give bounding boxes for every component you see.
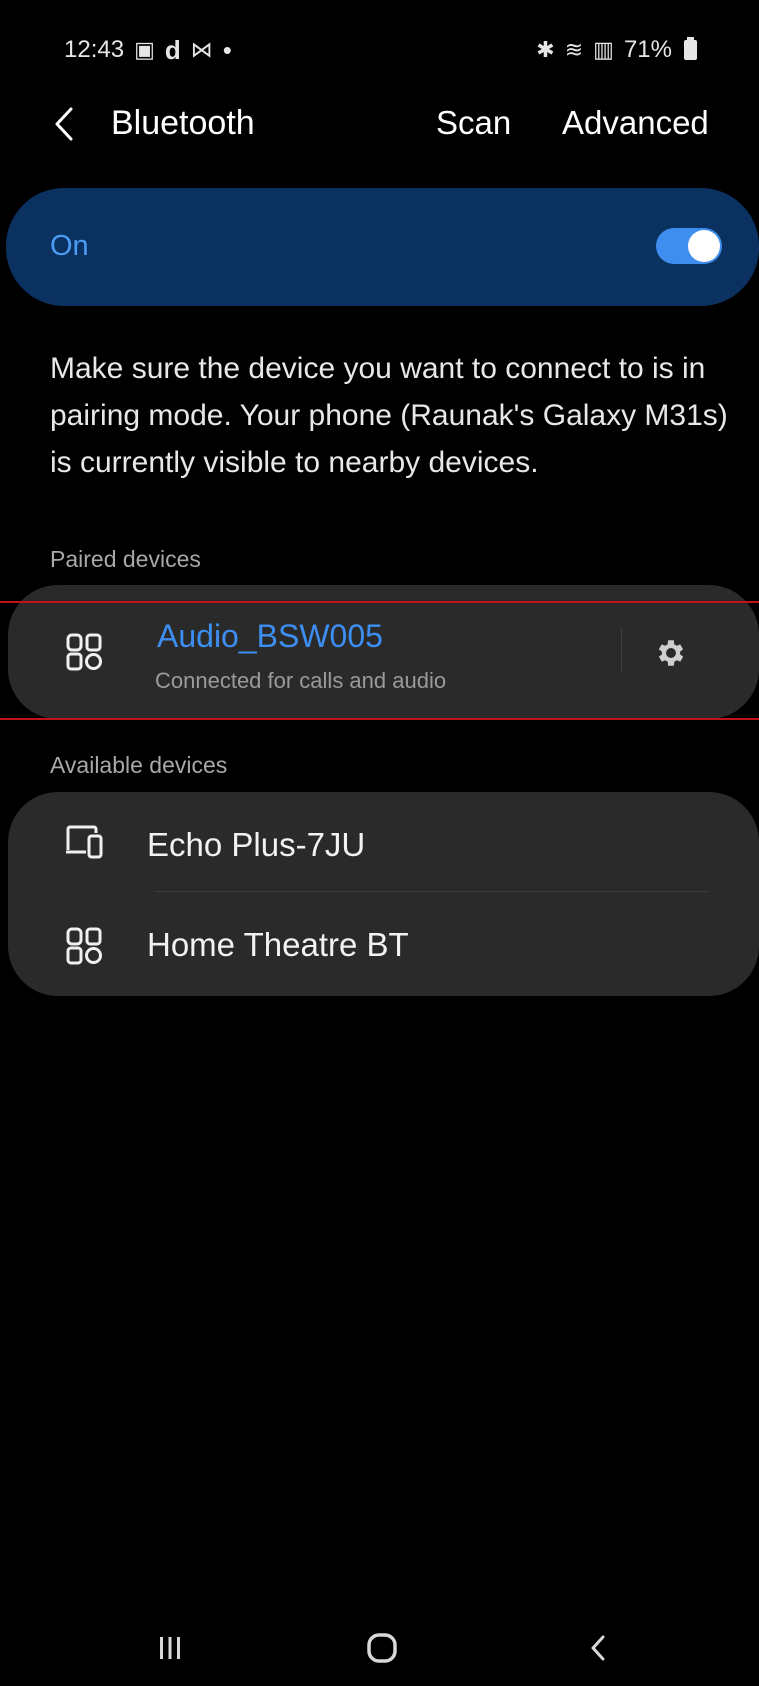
system-nav-bar: [0, 1610, 759, 1686]
toggle-label: On: [50, 230, 89, 262]
paired-device-status: Connected for calls and audio: [155, 668, 447, 693]
available-device-name: Echo Plus-7JU: [147, 826, 366, 863]
back-button[interactable]: [44, 96, 84, 152]
mail-notification-icon: ⋈: [190, 37, 213, 62]
highlight-line-bottom: [0, 718, 759, 720]
device-settings-button[interactable]: [650, 632, 692, 674]
status-left: 12:43 ▣ d ⋈ •: [64, 35, 232, 66]
available-device-row[interactable]: [8, 795, 759, 895]
available-device-name: Home Theatre BT: [147, 926, 409, 963]
app-header: Bluetooth Scan Advanced: [0, 86, 759, 162]
row-divider: [155, 891, 708, 892]
vertical-divider: [621, 628, 622, 672]
paired-devices-card: [8, 585, 759, 719]
page-title: Bluetooth: [111, 104, 255, 142]
nav-back-button[interactable]: [568, 1620, 628, 1676]
device-generic-icon: [64, 926, 104, 966]
d-app-notification-icon: d: [164, 34, 181, 65]
status-right: ✱ ≋ ▥ 71%: [536, 36, 697, 64]
paired-devices-header: Paired devices: [50, 546, 201, 572]
signal-icon: ▥: [593, 37, 614, 62]
paired-device-name[interactable]: Audio_BSW005: [157, 618, 383, 655]
home-icon: [367, 1633, 397, 1663]
bluetooth-toggle-card[interactable]: On: [6, 188, 759, 306]
pairing-description: Make sure the device you want to connect…: [50, 352, 728, 479]
wifi-icon: ≋: [564, 37, 584, 62]
advanced-button[interactable]: Advanced: [562, 104, 709, 142]
status-time: 12:43: [64, 36, 125, 63]
more-notifications-dot-icon: •: [222, 35, 232, 65]
battery-icon: [684, 37, 697, 60]
switch-knob: [688, 230, 720, 262]
battery-percent: 71%: [623, 36, 672, 63]
bluetooth-switch[interactable]: [656, 228, 722, 264]
status-bar: 12:43 ▣ d ⋈ • ✱ ≋ ▥ 71%: [0, 0, 759, 100]
available-devices-header: Available devices: [50, 752, 228, 778]
highlight-line-top: [0, 601, 759, 603]
chevron-left-icon: [55, 107, 73, 141]
device-generic-icon: [64, 632, 104, 672]
gallery-notification-icon: ▣: [134, 37, 155, 62]
gear-icon: [658, 640, 684, 666]
home-button[interactable]: [352, 1620, 412, 1676]
scan-button[interactable]: Scan: [436, 104, 511, 142]
bluetooth-status-icon: ✱: [536, 37, 555, 62]
recents-button[interactable]: [140, 1620, 200, 1676]
back-icon: [591, 1635, 605, 1661]
computer-phone-icon: [64, 822, 104, 862]
recents-icon: [160, 1637, 180, 1659]
